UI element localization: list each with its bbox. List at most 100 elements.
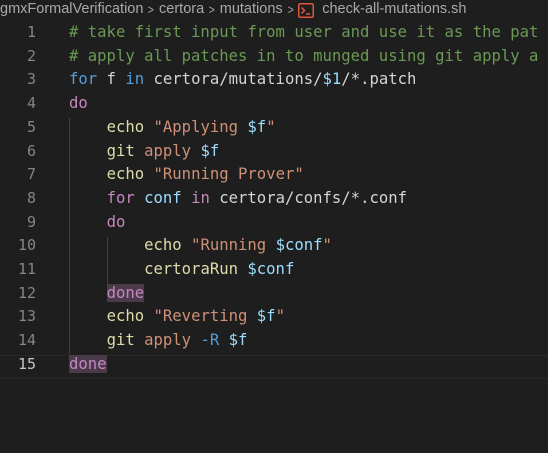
code-line[interactable]: done <box>69 282 145 306</box>
code-line[interactable]: done <box>69 353 107 377</box>
code-token: for <box>69 70 98 89</box>
code-token: done <box>69 354 107 373</box>
code-token: -R <box>200 331 220 350</box>
line-number: 11 <box>17 260 36 278</box>
code-line[interactable]: git apply $f <box>69 140 220 164</box>
code-token: $f <box>200 141 220 160</box>
line-number: 14 <box>17 331 36 350</box>
code-line[interactable]: echo "Running $conf" <box>69 234 332 258</box>
code-token: $f <box>256 307 276 326</box>
line-number: 3 <box>26 70 36 89</box>
line-number: 12 <box>17 283 36 302</box>
breadcrumb-folder-certora[interactable]: certora <box>159 1 204 17</box>
chevron-right-icon: > <box>287 1 294 17</box>
code-token: /*.patch <box>341 70 417 89</box>
code-token: " <box>266 117 276 136</box>
code-token: "Applying <box>153 117 248 136</box>
code-token: certora/confs/*.conf <box>209 188 408 207</box>
code-token: "Running Prover" <box>153 165 304 184</box>
line-number: 13 <box>17 307 36 326</box>
line-number: 8 <box>26 188 36 207</box>
code-token: $f <box>247 117 267 136</box>
code-token: echo <box>106 117 145 136</box>
code-token: apply <box>144 141 192 160</box>
code-token: $conf <box>275 236 323 255</box>
chevron-right-icon: > <box>148 1 155 17</box>
code-line[interactable]: echo "Running Prover" <box>69 163 304 187</box>
code-token: apply <box>144 331 192 350</box>
code-token: # take first input from user and use it … <box>69 23 539 41</box>
code-token: certoraRun <box>144 260 238 278</box>
code-token: f <box>97 70 126 89</box>
code-line[interactable]: # take first input from user and use it … <box>69 21 538 45</box>
code-token: "Reverting <box>153 307 257 326</box>
code-token: echo <box>144 236 182 255</box>
line-number: 2 <box>26 46 36 65</box>
line-number: 10 <box>17 236 36 255</box>
chevron-right-icon: > <box>208 1 216 17</box>
line-number: 6 <box>26 141 36 160</box>
code-token: do <box>69 94 88 113</box>
code-token: git <box>106 331 135 350</box>
line-number: 1 <box>26 23 36 41</box>
line-number: 9 <box>26 212 36 231</box>
code-line[interactable]: # apply all patches in to munged using g… <box>69 45 538 69</box>
code-token: for <box>106 188 135 207</box>
code-line[interactable]: echo "Applying $f" <box>69 116 276 140</box>
code-token: git <box>106 141 135 160</box>
code-token: echo <box>106 165 145 184</box>
line-number: 15 <box>17 354 36 373</box>
breadcrumb-file-label: check-all-mutations.sh <box>322 1 467 17</box>
line-number: 5 <box>26 117 36 136</box>
breadcrumb: gmxFormalVerification > certora > mutati… <box>0 0 548 18</box>
code-token: $1 <box>322 70 342 89</box>
code-line[interactable]: echo "Reverting $f" <box>69 305 285 329</box>
code-token: $conf <box>247 260 295 278</box>
code-token: echo <box>106 307 145 326</box>
code-token: conf <box>144 188 182 207</box>
code-token: " <box>275 307 285 326</box>
code-token: $f <box>228 331 248 350</box>
code-token: certora/mutations/ <box>144 70 323 89</box>
breadcrumb-folder-root[interactable]: gmxFormalVerification <box>0 1 143 17</box>
code-line[interactable]: for f in certora/mutations/$1/*.patch <box>69 68 416 92</box>
code-line[interactable]: git apply -R $f <box>69 329 248 353</box>
code-editor[interactable]: gmxFormalVerification > certora > mutati… <box>0 0 548 453</box>
code-token: in <box>191 188 210 207</box>
code-line[interactable]: do <box>69 211 126 235</box>
line-number: 4 <box>26 94 36 113</box>
breadcrumb-file[interactable]: check-all-mutations.sh <box>298 1 467 18</box>
code-token: in <box>125 70 145 89</box>
code-line[interactable]: for conf in certora/confs/*.conf <box>69 187 407 211</box>
code-token: do <box>106 212 126 231</box>
code-line[interactable]: certoraRun $conf <box>69 258 294 282</box>
code-token: # apply all patches in to munged using g… <box>69 46 539 65</box>
code-token: done <box>106 283 145 302</box>
terminal-icon <box>298 2 315 18</box>
code-token: " <box>322 236 332 255</box>
code-line[interactable]: do <box>69 92 88 116</box>
code-token: "Running <box>191 236 276 255</box>
line-number: 7 <box>26 165 36 184</box>
breadcrumb-folder-mutations[interactable]: mutations <box>220 1 283 17</box>
